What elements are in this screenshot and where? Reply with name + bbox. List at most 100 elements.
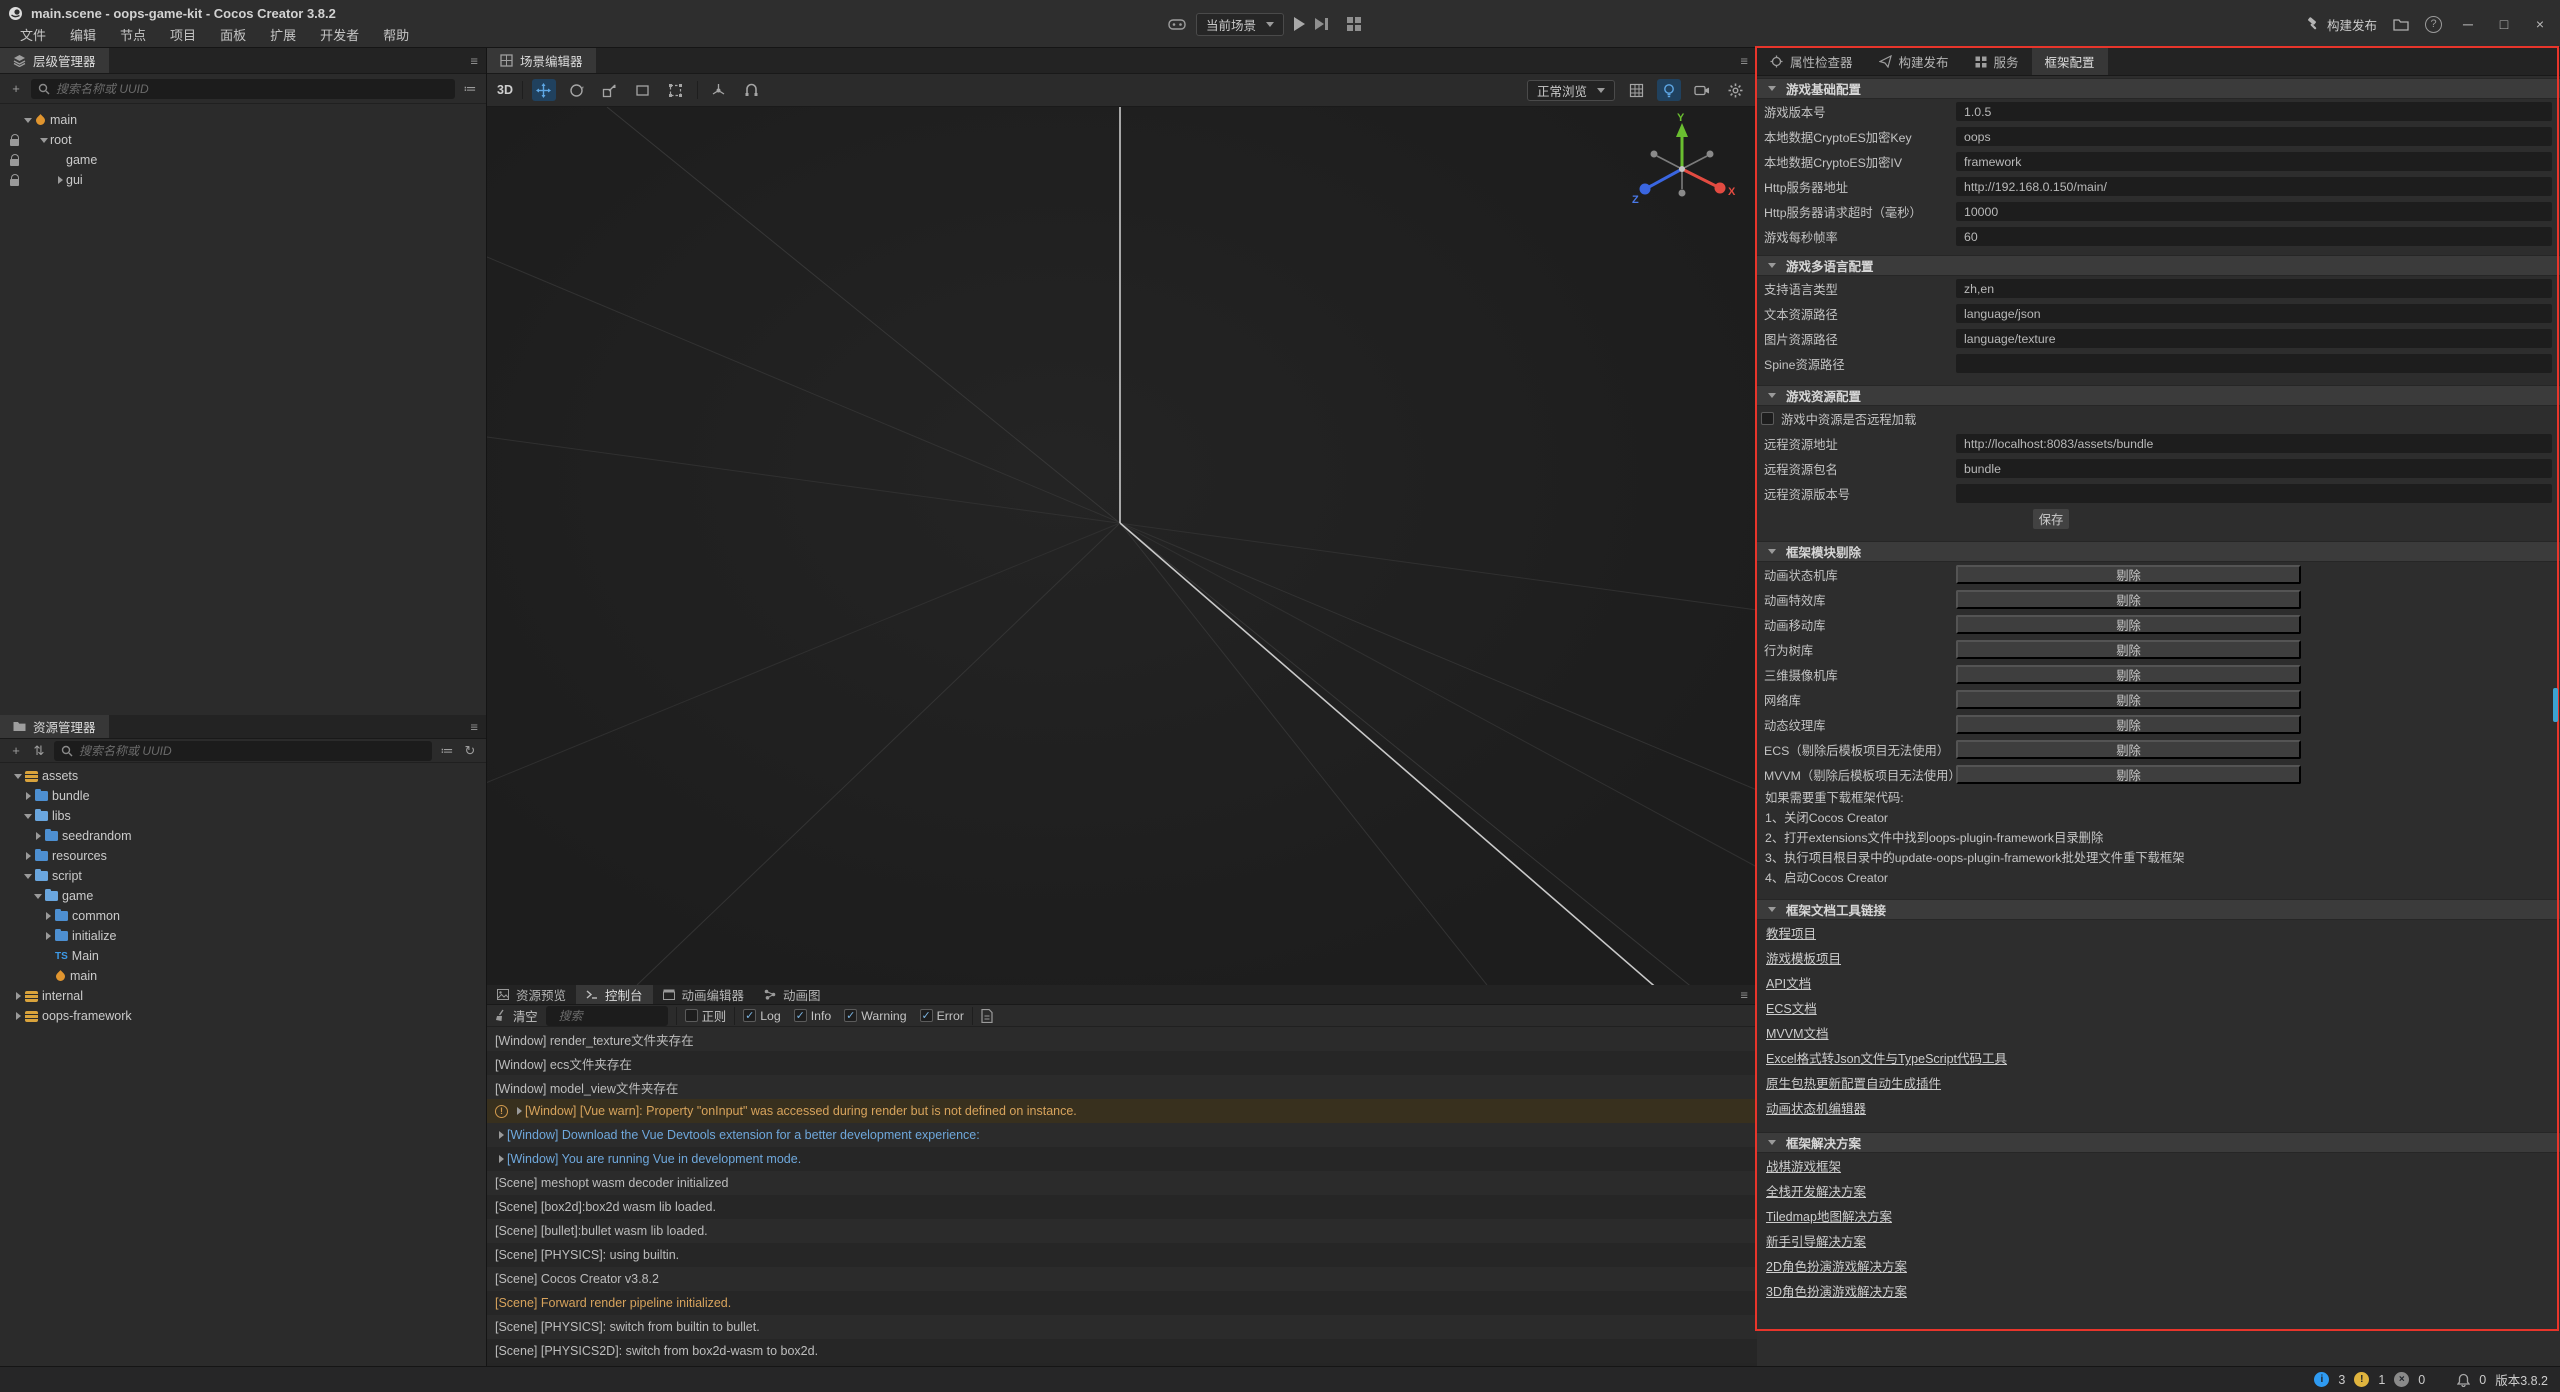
add-asset-button[interactable]: + <box>8 742 24 760</box>
console-search[interactable] <box>546 1006 668 1026</box>
camera-icon[interactable] <box>1690 79 1714 101</box>
i18n-input[interactable] <box>1956 279 2552 298</box>
asset-node-resources[interactable]: resources <box>0 846 486 866</box>
log-row[interactable]: [Scene] Forward render pipeline initiali… <box>487 1291 1757 1315</box>
minimize-button[interactable]: ─ <box>2458 16 2478 32</box>
filter-log[interactable]: ✓Log <box>743 1009 781 1023</box>
chevron-right-icon[interactable] <box>12 992 24 1000</box>
res-input[interactable] <box>1956 459 2552 478</box>
menu-item-3[interactable]: 项目 <box>158 25 208 47</box>
res-input[interactable] <box>1956 434 2552 453</box>
solution-link[interactable]: 全栈开发解决方案 <box>1766 1181 1866 1200</box>
chevron-down-icon[interactable] <box>22 814 34 819</box>
remove-module-button[interactable]: 剔除 <box>1956 590 2301 609</box>
tab-asset-preview[interactable]: 资源预览 <box>487 985 576 1004</box>
step-button[interactable] <box>1315 18 1328 30</box>
chevron-right-icon[interactable] <box>12 1012 24 1020</box>
menu-item-2[interactable]: 节点 <box>108 25 158 47</box>
menu-item-5[interactable]: 扩展 <box>258 25 308 47</box>
hierarchy-search-input[interactable] <box>56 82 448 96</box>
save-button[interactable]: 保存 <box>2033 509 2069 529</box>
expand-icon[interactable] <box>495 1155 507 1163</box>
remove-module-button[interactable]: 剔除 <box>1956 565 2301 584</box>
log-row[interactable]: ![Window] [Vue warn]: Property "onInput"… <box>487 1099 1757 1123</box>
close-button[interactable]: × <box>2530 16 2550 32</box>
section-solutions[interactable]: 框架解决方案 <box>1757 1132 2560 1153</box>
assets-search[interactable] <box>54 741 432 761</box>
i18n-input[interactable] <box>1956 354 2552 373</box>
filter-icon[interactable]: ≔ <box>462 80 478 98</box>
solution-link[interactable]: 战棋游戏框架 <box>1766 1156 1841 1175</box>
chevron-right-icon[interactable] <box>42 932 54 940</box>
basic-input[interactable] <box>1956 227 2552 246</box>
tab-assets[interactable]: 资源管理器 <box>0 715 109 738</box>
tab-animation-graph[interactable]: 动画图 <box>754 985 831 1004</box>
basic-input[interactable] <box>1956 177 2552 196</box>
solution-link[interactable]: 3D角色扮演游戏解决方案 <box>1766 1281 1907 1300</box>
sort-icon[interactable]: ⇅ <box>31 742 47 760</box>
panel-menu-icon[interactable]: ≡ <box>1740 987 1748 1002</box>
menu-item-1[interactable]: 编辑 <box>58 25 108 47</box>
tab-hierarchy[interactable]: 层级管理器 <box>0 48 109 73</box>
remove-module-button[interactable]: 剔除 <box>1956 665 2301 684</box>
section-resources[interactable]: 游戏资源配置 <box>1757 385 2560 406</box>
menu-item-6[interactable]: 开发者 <box>308 25 371 47</box>
move-tool-icon[interactable] <box>532 79 556 101</box>
add-node-button[interactable]: + <box>8 80 24 98</box>
remove-module-button[interactable]: 剔除 <box>1956 740 2301 759</box>
doc-link[interactable]: 原生包热更新配置自动生成插件 <box>1766 1073 1941 1092</box>
filter-error[interactable]: ✓Error <box>920 1009 964 1023</box>
axis-gizmo[interactable]: Y X Z <box>1630 113 1740 223</box>
info-icon[interactable]: i <box>2314 1372 2329 1387</box>
scale-tool-icon[interactable] <box>598 79 622 101</box>
chevron-down-icon[interactable] <box>22 118 34 123</box>
asset-node-main[interactable]: main <box>0 966 486 986</box>
hierarchy-node-main[interactable]: main <box>0 110 486 130</box>
regex-checkbox[interactable]: 正则 <box>685 1007 727 1025</box>
bell-icon[interactable] <box>2457 1373 2470 1387</box>
scene-viewport[interactable]: Y X Z <box>487 107 1757 985</box>
chevron-right-icon[interactable] <box>32 832 44 840</box>
chevron-down-icon[interactable] <box>22 874 34 879</box>
gizmo-space-icon[interactable] <box>707 79 731 101</box>
rect-tool-icon[interactable] <box>631 79 655 101</box>
tab-service[interactable]: 服务 <box>1962 48 2032 75</box>
panel-menu-icon[interactable]: ≡ <box>470 53 478 68</box>
panel-menu-icon[interactable]: ≡ <box>1740 53 1748 68</box>
asset-node-assets[interactable]: assets <box>0 766 486 786</box>
warning-icon[interactable]: ! <box>2354 1372 2369 1387</box>
log-row[interactable]: [Window] model_view文件夹存在 <box>487 1075 1757 1099</box>
log-row[interactable]: [Scene] [PHYSICS]: using builtin. <box>487 1243 1757 1267</box>
hierarchy-search[interactable] <box>31 79 455 99</box>
gear-icon[interactable] <box>1723 79 1747 101</box>
assets-search-input[interactable] <box>79 744 425 758</box>
basic-input[interactable] <box>1956 152 2552 171</box>
tab-build-publish[interactable]: 构建发布 <box>1866 48 1962 75</box>
remove-module-button[interactable]: 剔除 <box>1956 690 2301 709</box>
maximize-button[interactable]: □ <box>2494 16 2514 32</box>
solution-link[interactable]: 2D角色扮演游戏解决方案 <box>1766 1256 1907 1275</box>
mode-3d-button[interactable]: 3D <box>497 83 513 97</box>
asset-node-Main[interactable]: TSMain <box>0 946 486 966</box>
section-i18n[interactable]: 游戏多语言配置 <box>1757 255 2560 276</box>
tab-framework-config[interactable]: 框架配置 <box>2032 48 2108 75</box>
filter-warning[interactable]: ✓Warning <box>844 1009 906 1023</box>
remove-module-button[interactable]: 剔除 <box>1956 615 2301 634</box>
log-row[interactable]: [Scene] [box2d]:box2d wasm lib loaded. <box>487 1195 1757 1219</box>
doc-link[interactable]: Excel格式转Json文件与TypeScript代码工具 <box>1766 1048 2007 1067</box>
scene-select-dropdown[interactable]: 当前场景 <box>1196 13 1284 36</box>
asset-node-seedrandom[interactable]: seedrandom <box>0 826 486 846</box>
section-doc-links[interactable]: 框架文档工具链接 <box>1757 899 2560 920</box>
asset-node-script[interactable]: script <box>0 866 486 886</box>
hierarchy-node-gui[interactable]: gui <box>0 170 486 190</box>
play-button[interactable] <box>1294 17 1305 31</box>
basic-input[interactable] <box>1956 102 2552 121</box>
asset-node-initialize[interactable]: initialize <box>0 926 486 946</box>
solution-link[interactable]: Tiledmap地图解决方案 <box>1766 1206 1892 1225</box>
light-toggle-icon[interactable] <box>1657 79 1681 101</box>
asset-node-libs[interactable]: libs <box>0 806 486 826</box>
chevron-down-icon[interactable] <box>32 894 44 899</box>
menu-item-0[interactable]: 文件 <box>8 25 58 47</box>
tab-animation-editor[interactable]: 动画编辑器 <box>653 985 755 1004</box>
asset-node-internal[interactable]: internal <box>0 986 486 1006</box>
